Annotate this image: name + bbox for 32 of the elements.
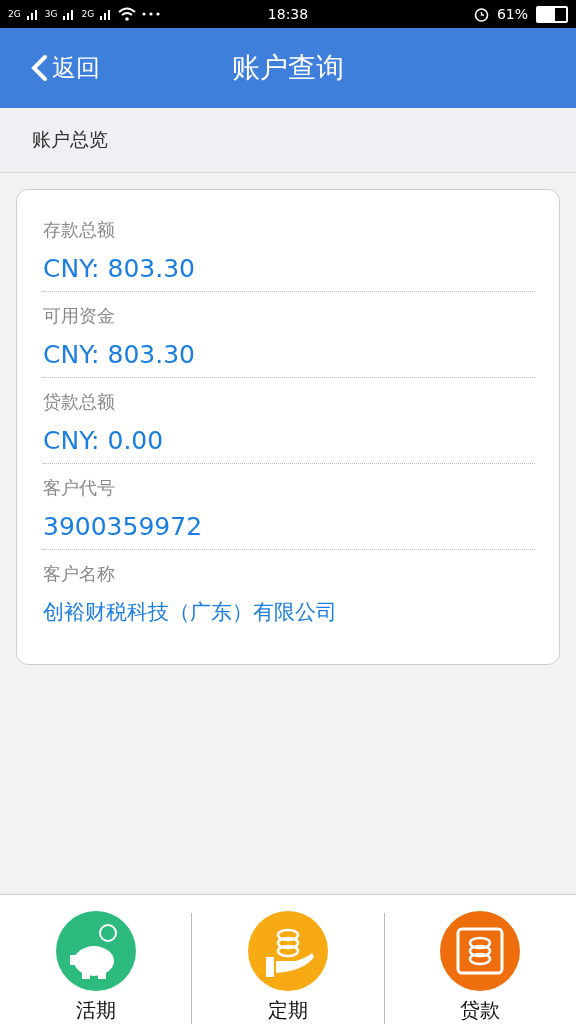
field-label: 存款总额 <box>43 218 116 242</box>
battery-percent: 61% <box>496 6 528 22</box>
field-value: CNY: 803.30 <box>43 254 196 283</box>
field-value: CNY: 803.30 <box>43 340 196 369</box>
piggy-bank-icon <box>55 911 136 991</box>
more-icon <box>142 12 161 16</box>
back-button[interactable]: 返回 <box>0 52 100 84</box>
signal-icon <box>63 8 76 20</box>
network-label: 2G <box>81 9 95 19</box>
battery-icon <box>536 5 568 23</box>
field-value: 3900359972 <box>43 512 204 541</box>
alarm-icon <box>473 6 489 22</box>
hand-coins-icon <box>248 911 328 991</box>
nav-tab[interactable]: 定期 <box>192 911 384 1024</box>
field-label: 客户代号 <box>43 476 116 500</box>
field-value: 创裕财税科技（广东）有限公司 <box>43 599 338 626</box>
clock: 18:38 <box>266 6 310 22</box>
field-label: 贷款总额 <box>43 390 116 414</box>
field-value: CNY: 0.00 <box>43 426 165 455</box>
field-label: 客户名称 <box>43 562 116 586</box>
field-label: 可用资金 <box>43 304 116 328</box>
nav-tab[interactable]: 活期 <box>0 911 192 1024</box>
network-label: 2G <box>8 9 21 19</box>
chevron-left-icon <box>30 54 48 82</box>
nav-tab[interactable]: 贷款 <box>384 911 576 1024</box>
signal-icon <box>100 8 113 20</box>
wifi-icon <box>118 7 137 21</box>
network-label: 3G <box>44 9 58 19</box>
section-title: 账户总览 <box>32 127 108 152</box>
page-title: 账户查询 <box>232 51 344 84</box>
signal-icon <box>26 8 39 20</box>
coins-frame-icon <box>440 911 521 991</box>
